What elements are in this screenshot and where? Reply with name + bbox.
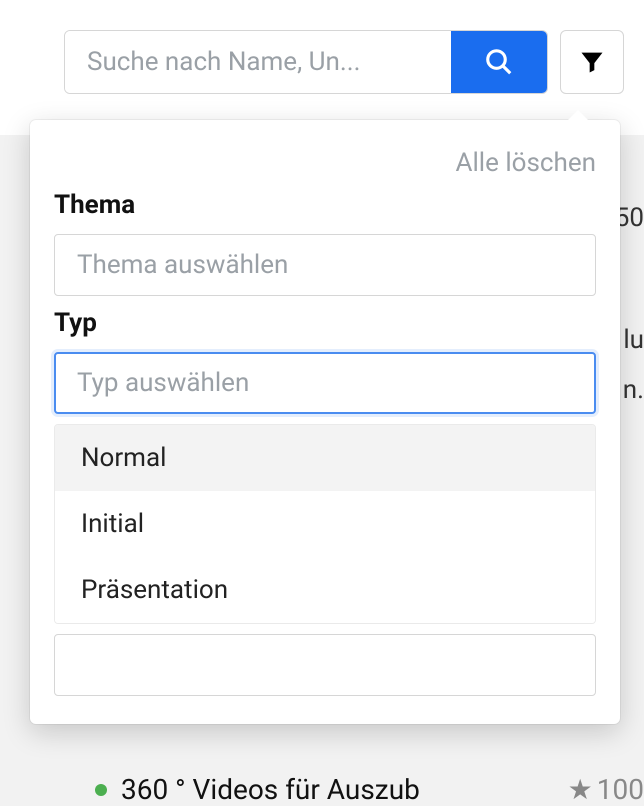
top-toolbar: [0, 0, 644, 124]
typ-option-initial[interactable]: Initial: [55, 491, 595, 557]
partial-text: lu: [623, 325, 644, 355]
typ-placeholder: Typ auswählen: [77, 368, 249, 398]
typ-select[interactable]: Typ auswählen: [54, 352, 596, 414]
clear-all-link[interactable]: Alle löschen: [54, 148, 596, 178]
thema-select[interactable]: Thema auswählen: [54, 234, 596, 296]
search-group: [64, 30, 548, 94]
extra-input[interactable]: [54, 634, 596, 696]
partial-text: n.: [623, 375, 644, 405]
thema-placeholder: Thema auswählen: [77, 250, 288, 280]
search-input[interactable]: [65, 31, 451, 93]
list-item[interactable]: 360 ° Videos für Auszub: [95, 773, 420, 806]
typ-label: Typ: [54, 308, 596, 338]
typ-option-normal[interactable]: Normal: [55, 425, 595, 491]
star-icon: ★: [568, 773, 593, 806]
search-button[interactable]: [451, 31, 547, 93]
status-dot-icon: [95, 784, 107, 796]
search-icon: [484, 47, 514, 77]
typ-option-praesentation[interactable]: Präsentation: [55, 557, 595, 623]
thema-label: Thema: [54, 190, 596, 220]
typ-dropdown: Normal Initial Präsentation: [54, 424, 596, 624]
filter-icon: [578, 48, 606, 76]
score-value: 100: [597, 773, 644, 806]
filter-button[interactable]: [560, 30, 624, 94]
filter-popover: Alle löschen Thema Thema auswählen Typ T…: [30, 120, 620, 724]
list-item-score: ★ 100: [568, 773, 644, 806]
list-item-title: 360 ° Videos für Auszub: [121, 773, 420, 806]
